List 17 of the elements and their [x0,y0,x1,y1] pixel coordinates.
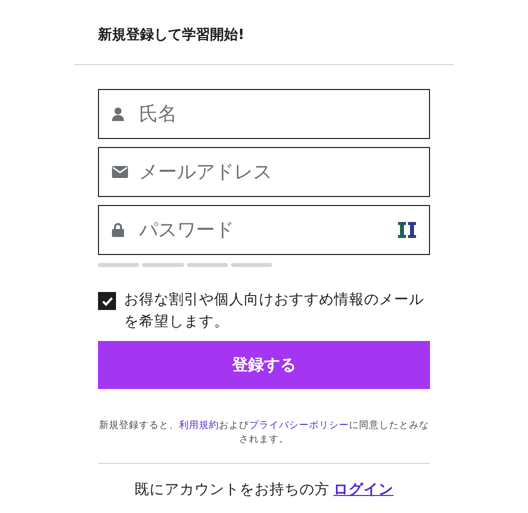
input-field[interactable]: パスワード [98,205,430,255]
checkbox-label: お得な割引や個人向けおすすめ情報のメールを希望します。 [124,291,425,332]
register-button[interactable]: 登録する [98,341,430,389]
input-field[interactable]: メールアドレス [98,147,430,197]
login-link[interactable]: ログイン [334,480,394,499]
login-prompt: 既にアカウントをお持ちの方 [134,480,330,499]
lock-icon [112,223,124,237]
form-heading: 新規登録して学習開始! [98,26,246,44]
input-field[interactable]: 氏名 [98,89,430,139]
terms-link[interactable]: プライバシーポリシー [249,420,349,431]
person-icon [112,107,124,121]
reveal-password-icon[interactable] [398,222,416,238]
mail-icon [112,166,128,178]
checkbox[interactable] [98,292,116,310]
check-icon [102,296,112,306]
terms-link[interactable]: 利用規約 [179,420,219,431]
terms-text: 新規登録すると、利用規約およびプライバシーポリシー に同意したとみなされます。 [98,419,430,447]
